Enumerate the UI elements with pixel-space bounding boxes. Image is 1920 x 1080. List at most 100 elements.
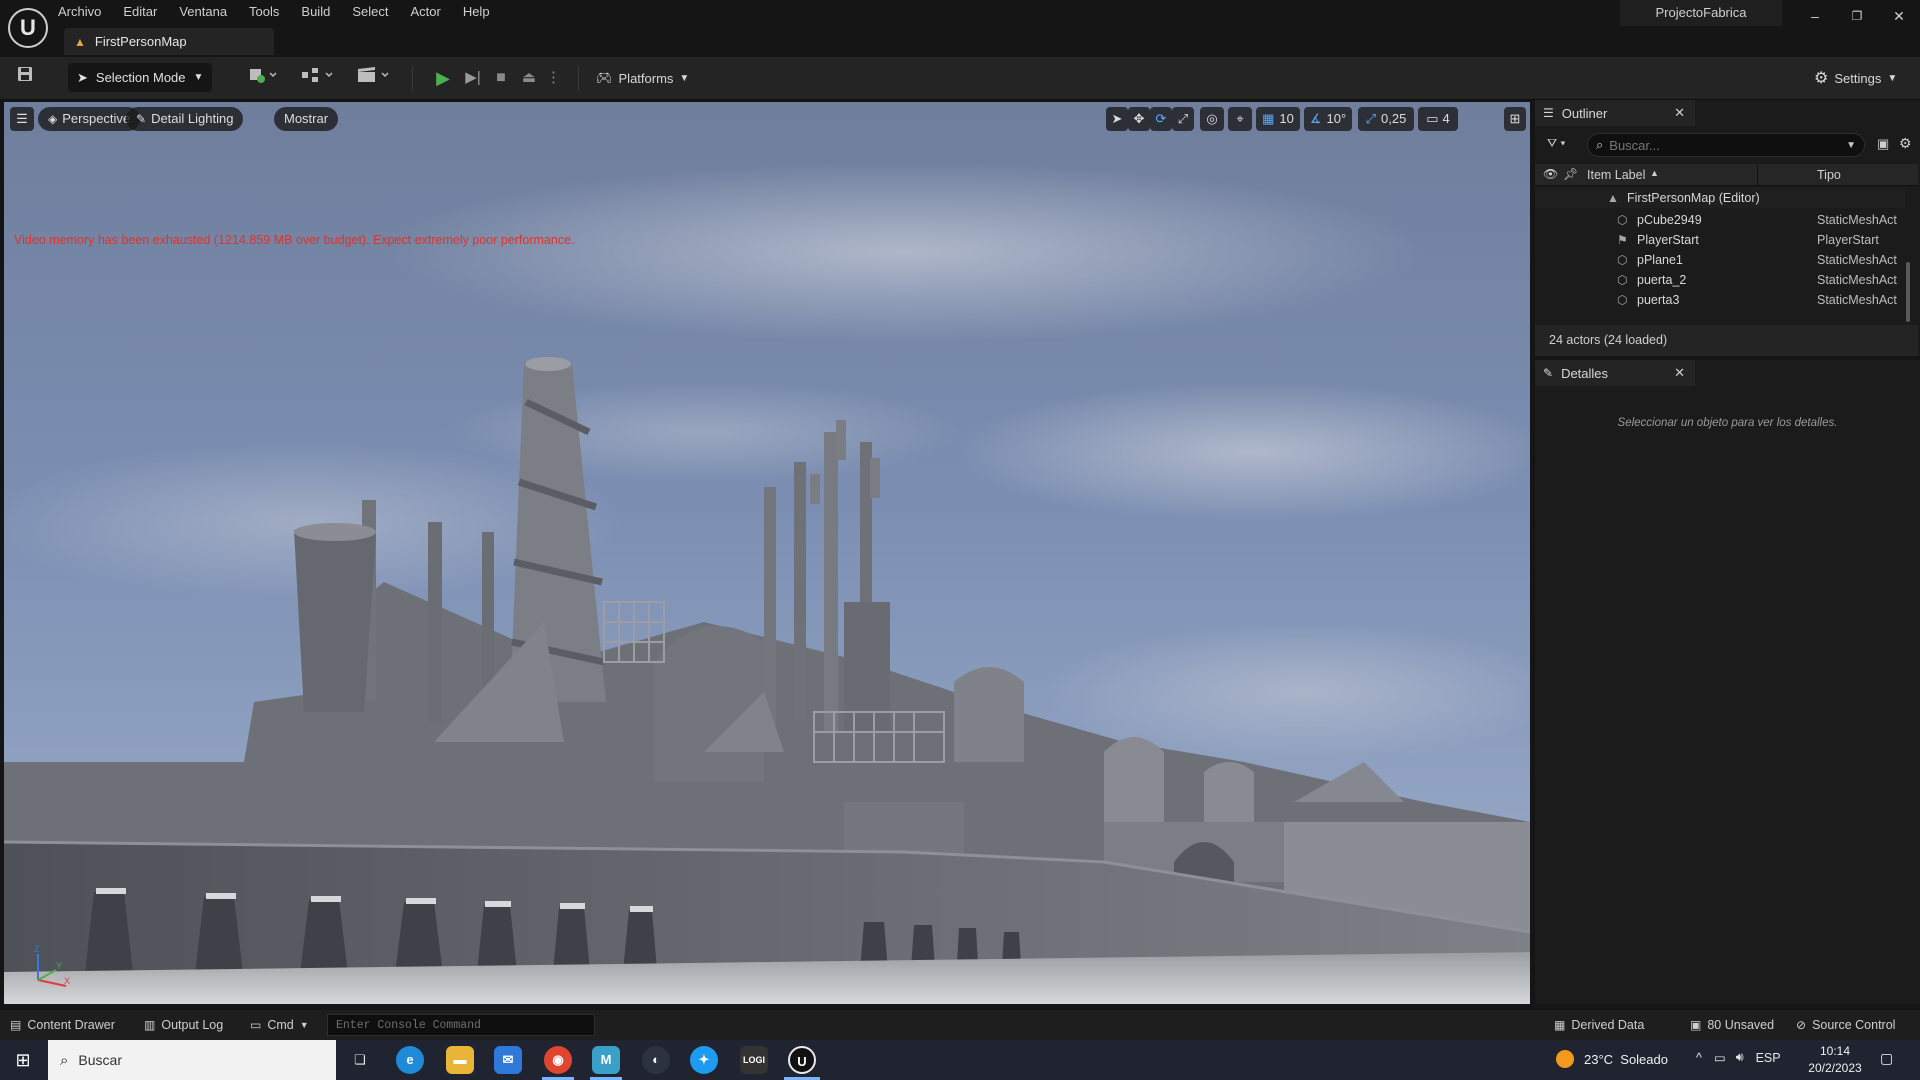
clock[interactable]: 10:14 20/2/2023 xyxy=(1800,1043,1870,1077)
advance-frame-icon[interactable]: ▶| xyxy=(462,66,484,90)
main-toolbar: ➤ Selection Mode ▼ ▶ ▶| ■ ⏏ ⋮ 🎮︎ Platfor… xyxy=(0,57,1920,100)
scale-tool-icon[interactable]: ⤢ xyxy=(1172,107,1194,131)
maya-icon[interactable]: M xyxy=(592,1046,620,1074)
menu-select[interactable]: Select xyxy=(352,2,388,22)
column-type[interactable]: Tipo xyxy=(1817,168,1841,182)
network-icon[interactable]: ▭ xyxy=(1714,1050,1726,1065)
details-title: Detalles xyxy=(1561,365,1609,381)
add-actor-icon[interactable] xyxy=(244,66,282,90)
close-icon[interactable]: ✕ xyxy=(1884,4,1914,28)
content-drawer-button[interactable]: ▤ Content Drawer xyxy=(10,1016,115,1034)
menu-archivo[interactable]: Archivo xyxy=(58,2,101,22)
menu-editar[interactable]: Editar xyxy=(123,2,157,22)
brush-icon: ✎ xyxy=(136,112,147,126)
scale-snap-value: 0,25 xyxy=(1381,111,1407,126)
scale-snap-button[interactable]: ⤢ 0,25 xyxy=(1358,107,1414,131)
play-icon[interactable]: ▶ xyxy=(432,66,454,90)
document-tab[interactable]: ▲ FirstPersonMap xyxy=(64,28,274,55)
menu-help[interactable]: Help xyxy=(463,2,490,22)
outliner-row[interactable]: ⬡ puerta3 StaticMeshAct xyxy=(1535,290,1905,310)
outliner-search-input[interactable] xyxy=(1609,137,1820,153)
cmd-dropdown[interactable]: ▭ Cmd ▼ xyxy=(250,1016,309,1034)
layout-icon[interactable]: ⊞ xyxy=(1504,107,1526,131)
task-view-icon[interactable]: ❏ xyxy=(346,1046,374,1074)
davinci-icon[interactable]: ◐ xyxy=(642,1046,670,1074)
viewport-menu-icon[interactable]: ☰ xyxy=(10,107,34,131)
visibility-icon[interactable]: 👁︎ xyxy=(1543,167,1558,181)
menu-tools[interactable]: Tools xyxy=(249,2,279,22)
outliner-root-label: FirstPersonMap (Editor) xyxy=(1627,191,1760,205)
windows-start-icon[interactable]: ⊞ xyxy=(0,1040,46,1080)
outliner-actor-count: 24 actors (24 loaded) xyxy=(1535,325,1918,356)
logic-app-icon[interactable]: LOGI xyxy=(740,1046,768,1074)
notifications-icon[interactable]: ▢ xyxy=(1880,1050,1893,1067)
column-item-label[interactable]: Item Label xyxy=(1587,168,1645,182)
blueprint-icon[interactable] xyxy=(298,66,336,90)
platforms-dropdown[interactable]: 🎮︎ Platforms ▼ xyxy=(596,66,689,90)
gear-icon[interactable]: ⚙ xyxy=(1899,135,1912,152)
outliner-search[interactable]: ⌕ ▼ xyxy=(1587,133,1865,157)
selection-mode-dropdown[interactable]: ➤ Selection Mode ▼ xyxy=(68,63,212,92)
surface-snap-icon[interactable]: ⌖ xyxy=(1228,107,1252,131)
outliner-row[interactable]: ⬡ pPlane1 StaticMeshAct xyxy=(1535,250,1905,270)
outliner-tab[interactable]: ☰ Outliner ✕ xyxy=(1535,100,1695,126)
output-log-button[interactable]: ▥ Output Log xyxy=(144,1016,223,1034)
pin-icon[interactable]: 📌︎ xyxy=(1563,167,1578,181)
translate-tool-icon[interactable]: ✥ xyxy=(1128,107,1150,131)
perspective-button[interactable]: ◈ Perspective xyxy=(38,107,141,131)
level-viewport[interactable]: ☰ ◈ Perspective ✎ Detail Lighting Mostra… xyxy=(4,102,1530,1004)
unsaved-button[interactable]: ▣ 80 Unsaved xyxy=(1690,1016,1774,1034)
menu-build[interactable]: Build xyxy=(301,2,330,22)
save-icon[interactable] xyxy=(14,66,36,90)
source-control-button[interactable]: ⊘ Source Control xyxy=(1796,1016,1895,1034)
twitter-icon[interactable]: ✦ xyxy=(690,1046,718,1074)
derived-data-button[interactable]: ▦ Derived Data xyxy=(1554,1016,1644,1034)
show-button[interactable]: Mostrar xyxy=(274,107,339,131)
outliner-row[interactable]: ⚑ PlayerStart PlayerStart xyxy=(1535,230,1905,250)
chevron-up-icon[interactable]: ^ xyxy=(1696,1051,1702,1065)
chevron-down-icon[interactable]: ▼ xyxy=(1846,140,1856,151)
add-folder-icon[interactable]: ▣ xyxy=(1877,136,1889,152)
cinematics-icon[interactable] xyxy=(354,66,392,90)
outliner-root-row[interactable]: ▲ FirstPersonMap (Editor) xyxy=(1535,188,1905,208)
outliner-row[interactable]: ⬡ pCube2949 StaticMeshAct xyxy=(1535,210,1905,230)
file-explorer-icon[interactable]: ▬ xyxy=(446,1046,474,1074)
chrome-icon[interactable]: ◉ xyxy=(544,1046,572,1074)
restore-icon[interactable]: ❐ xyxy=(1842,4,1872,28)
settings-dropdown[interactable]: ⚙ Settings ▼ xyxy=(1814,66,1897,90)
console-input[interactable] xyxy=(336,1018,586,1032)
console-field[interactable] xyxy=(327,1014,595,1036)
taskbar-search[interactable]: ⌕ Buscar xyxy=(48,1040,336,1080)
filter-icon[interactable]: ⛛ ▾ xyxy=(1547,136,1565,151)
gamepad-icon: 🎮︎ xyxy=(596,70,613,85)
grid-snap-button[interactable]: ▦ 10 xyxy=(1256,107,1300,131)
content-drawer-label: Content Drawer xyxy=(27,1018,115,1032)
outliner-scrollbar[interactable] xyxy=(1906,262,1910,322)
weather-widget[interactable]: 23°C Soleado xyxy=(1556,1050,1668,1068)
eject-icon[interactable]: ⏏ xyxy=(518,66,540,90)
close-icon[interactable]: ✕ xyxy=(1674,105,1685,121)
chevron-down-icon: ▼ xyxy=(299,1020,309,1030)
rotation-snap-button[interactable]: ∡ 10° xyxy=(1304,107,1352,131)
rotation-snap-value: 10° xyxy=(1326,111,1347,126)
stop-icon[interactable]: ■ xyxy=(490,66,512,90)
details-tab[interactable]: ✎ Detalles ✕ xyxy=(1535,360,1695,386)
camera-speed-button[interactable]: ▭ 4 xyxy=(1418,107,1458,131)
language-indicator[interactable]: ESP xyxy=(1756,1051,1781,1065)
world-space-icon[interactable]: ◎ xyxy=(1200,107,1224,131)
volume-icon[interactable]: 🔊︎ xyxy=(1736,1050,1744,1065)
unreal-logo-icon[interactable]: U xyxy=(8,8,48,48)
rotate-tool-icon[interactable]: ⟳ xyxy=(1150,107,1172,131)
menu-ventana[interactable]: Ventana xyxy=(179,2,227,22)
menu-actor[interactable]: Actor xyxy=(410,2,440,22)
view-mode-button[interactable]: ✎ Detail Lighting xyxy=(126,107,244,131)
edge-icon[interactable]: e xyxy=(396,1046,424,1074)
more-options-icon[interactable]: ⋮ xyxy=(546,66,561,90)
mail-icon[interactable]: ✉ xyxy=(494,1046,522,1074)
close-icon[interactable]: ✕ xyxy=(1674,365,1685,381)
outliner-row[interactable]: ⬡ puerta_2 StaticMeshAct xyxy=(1535,270,1905,290)
minimize-icon[interactable]: – xyxy=(1800,4,1830,28)
outliner-row-name: puerta_2 xyxy=(1637,273,1687,287)
unreal-taskbar-icon[interactable]: U xyxy=(788,1046,816,1074)
select-tool-icon[interactable]: ➤ xyxy=(1106,107,1128,131)
